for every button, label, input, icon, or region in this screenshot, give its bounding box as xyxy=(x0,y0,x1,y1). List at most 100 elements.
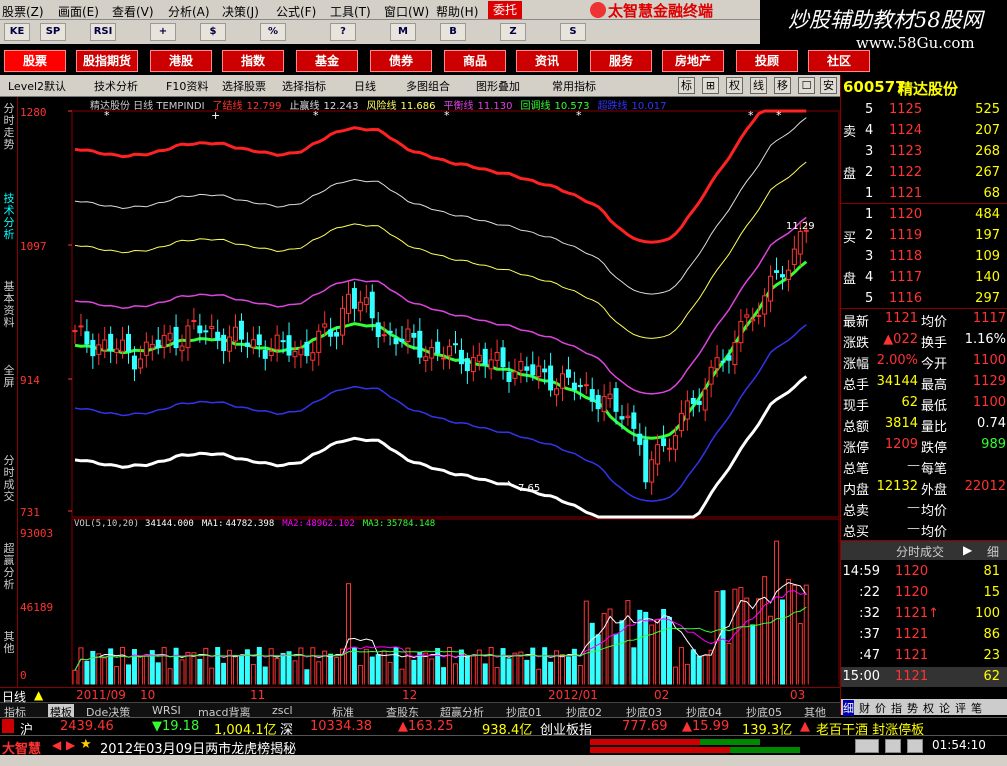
menu-item-8[interactable]: 帮助(H) xyxy=(436,3,478,20)
left-tab-4[interactable]: 分时成交 xyxy=(2,455,16,503)
buy-row[interactable]: 4 1117 140 xyxy=(841,268,1007,288)
left-tab-1[interactable]: 技术分析 xyxy=(2,193,16,241)
menu-item-4[interactable]: 决策(J) xyxy=(222,3,259,20)
tick-time: 14:59 xyxy=(842,564,880,579)
left-tab-char: 势 xyxy=(3,138,15,151)
menu-item-0[interactable]: 股票(Z) xyxy=(2,3,44,20)
nav-9[interactable]: 房地产 xyxy=(662,50,724,72)
next-news-icon[interactable]: ▶ xyxy=(66,738,75,752)
left-tab-2[interactable]: 基本资料 xyxy=(2,281,16,329)
toolbar-item-3[interactable]: 选择股票 xyxy=(222,78,266,94)
sound-icon[interactable] xyxy=(885,739,901,753)
toolbar-icon-5[interactable]: % xyxy=(260,23,286,41)
toolbar-icon-3[interactable]: + xyxy=(150,23,176,41)
nav-0[interactable]: 股票 xyxy=(4,50,66,72)
sell-row[interactable]: 2 1122 267 xyxy=(841,163,1007,183)
left-tab-char: 屏 xyxy=(3,376,15,389)
tray-icon[interactable] xyxy=(855,739,879,753)
sell-row[interactable]: 1 1121 68 xyxy=(841,184,1007,204)
nav-1[interactable]: 股指期货 xyxy=(76,50,138,72)
toolbar-icon-2[interactable]: RSI xyxy=(90,23,116,41)
quote-tab-6[interactable]: 论 xyxy=(939,700,950,716)
left-tab-6[interactable]: 其他 xyxy=(2,631,16,655)
quote-tab-7[interactable]: 评 xyxy=(955,700,966,716)
nav-2[interactable]: 港股 xyxy=(150,50,212,72)
menu-item-6[interactable]: 工具(T) xyxy=(330,3,371,20)
toolbar-square-icon-5[interactable]: ☐ xyxy=(798,77,815,94)
quote-tab-0[interactable]: 细 xyxy=(843,700,854,716)
toolbar-square-icon-0[interactable]: 标 xyxy=(678,77,695,94)
kline-chart-svg[interactable]: 12801097914731精达股份 日线 TEMPINDI 了结线 12.799 止… xyxy=(18,97,840,687)
indicator-tab-5[interactable]: zscl xyxy=(272,704,293,717)
left-tab-3[interactable]: 全屏 xyxy=(2,365,16,389)
menu-item-1[interactable]: 画面(E) xyxy=(58,3,99,20)
msg-icon[interactable] xyxy=(907,739,923,753)
volume-bar xyxy=(102,657,108,686)
nav-6[interactable]: 商品 xyxy=(444,50,506,72)
toolbar-icon-8[interactable]: B xyxy=(440,23,466,41)
quote-tab-2[interactable]: 价 xyxy=(875,700,886,716)
buy-level: 4 xyxy=(865,270,874,285)
candle-body xyxy=(643,439,649,483)
brand-logo-icon xyxy=(590,2,606,18)
toolbar-item-0[interactable]: Level2默认 xyxy=(8,78,66,94)
stat-value: 3814 xyxy=(884,416,918,431)
period-arrow-icon[interactable]: ▲ xyxy=(34,688,43,702)
toolbar-icon-7[interactable]: M xyxy=(390,23,416,41)
quote-tab-4[interactable]: 势 xyxy=(907,700,918,716)
kline-chart-area[interactable]: 1280 1097 914 731 精达股份 日线 TEMPINDI 了结线 12.799 止… xyxy=(18,97,840,687)
toolbar-square-icon-4[interactable]: 移 xyxy=(774,77,791,94)
left-tab-5[interactable]: 超赢分析 xyxy=(2,543,16,591)
left-tab-char: 交 xyxy=(3,490,15,503)
nav-5[interactable]: 债券 xyxy=(370,50,432,72)
menu-trade[interactable]: 委托 xyxy=(488,1,522,19)
prev-news-icon[interactable]: ◀ xyxy=(52,738,61,752)
toolbar-icon-0[interactable]: KE xyxy=(4,23,30,41)
menu-item-2[interactable]: 查看(V) xyxy=(112,3,154,20)
toolbar-icon-9[interactable]: Z xyxy=(500,23,526,41)
menu-item-5[interactable]: 公式(F) xyxy=(276,3,316,20)
left-tab-0[interactable]: 分时走势 xyxy=(2,103,16,151)
sell-row[interactable]: 3 1123 268 xyxy=(841,142,1007,162)
toolbar-item-2[interactable]: F10资料 xyxy=(166,78,208,94)
buy-row[interactable]: 3 1118 109 xyxy=(841,247,1007,267)
ticks-expand-icon[interactable]: ▶ xyxy=(963,543,972,557)
volume-bar xyxy=(643,611,649,686)
sell-row[interactable]: 4 1124 207 xyxy=(841,121,1007,141)
toolbar-square-icon-6[interactable]: 安 xyxy=(820,77,837,94)
toolbar-square-icon-2[interactable]: 权 xyxy=(726,77,743,94)
quote-tab-1[interactable]: 财 xyxy=(859,700,870,716)
candle-body xyxy=(482,348,488,366)
quote-tab-8[interactable]: 笔 xyxy=(971,700,982,716)
period-label[interactable]: 日线 xyxy=(2,688,26,705)
quote-tab-5[interactable]: 权 xyxy=(923,700,934,716)
toolbar-item-5[interactable]: 日线 xyxy=(354,78,376,94)
ticks-detail-button[interactable]: 细 xyxy=(987,543,999,560)
nav-8[interactable]: 服务 xyxy=(590,50,652,72)
indicator-tab-3[interactable]: WRSI xyxy=(152,704,181,717)
toolbar-icon-1[interactable]: SP xyxy=(40,23,66,41)
toolbar-square-icon-1[interactable]: ⊞ xyxy=(702,77,719,94)
toolbar-item-1[interactable]: 技术分析 xyxy=(94,78,138,94)
buy-row[interactable]: 5 1116 297 xyxy=(841,289,1007,309)
toolbar-item-4[interactable]: 选择指标 xyxy=(282,78,326,94)
quote-tab-3[interactable]: 指 xyxy=(891,700,902,716)
nav-10[interactable]: 投顾 xyxy=(736,50,798,72)
toolbar-item-6[interactable]: 多图组合 xyxy=(406,78,450,94)
buy-row[interactable]: 2 1119 197 xyxy=(841,226,1007,246)
toolbar-icon-10[interactable]: S xyxy=(560,23,586,41)
buy-row[interactable]: 1 1120 484 xyxy=(841,205,1007,225)
toolbar-square-icon-3[interactable]: 线 xyxy=(750,77,767,94)
toolbar-item-7[interactable]: 图形叠加 xyxy=(476,78,520,94)
toolbar-icon-4[interactable]: $ xyxy=(200,23,226,41)
menu-item-3[interactable]: 分析(A) xyxy=(168,3,210,20)
toolbar-item-8[interactable]: 常用指标 xyxy=(552,78,596,94)
nav-3[interactable]: 指数 xyxy=(222,50,284,72)
nav-11[interactable]: 社区 xyxy=(808,50,870,72)
toolbar-icon-6[interactable]: ? xyxy=(330,23,356,41)
sell-row[interactable]: 5 1125 525 xyxy=(841,100,1007,120)
nav-7[interactable]: 资讯 xyxy=(516,50,578,72)
candle-body xyxy=(690,397,696,405)
menu-item-7[interactable]: 窗口(W) xyxy=(384,3,429,20)
nav-4[interactable]: 基金 xyxy=(296,50,358,72)
